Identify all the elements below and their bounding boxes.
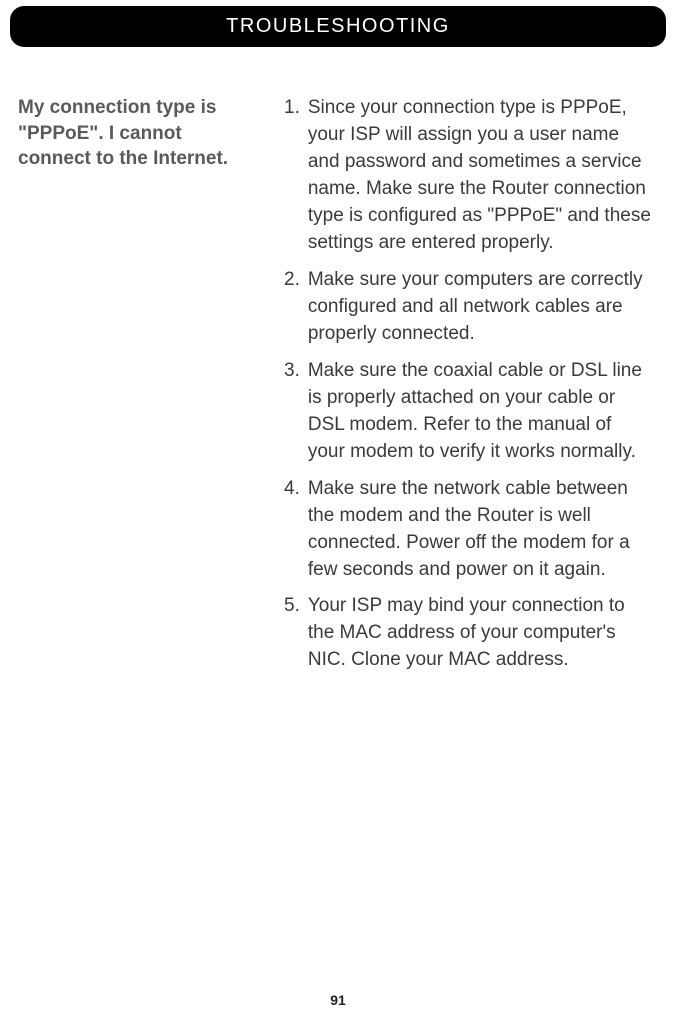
step-text: Your ISP may bind your connection to the… — [308, 593, 652, 674]
list-item: 3. Make sure the coaxial cable or DSL li… — [284, 358, 652, 466]
list-item: 1. Since your connection type is PPPoE, … — [284, 95, 652, 257]
list-item: 4. Make sure the network cable between t… — [284, 476, 652, 584]
step-number: 4. — [284, 476, 300, 584]
list-item: 2. Make sure your computers are correctl… — [284, 267, 652, 348]
header-title: TROUBLESHOOTING — [226, 15, 450, 37]
step-text: Make sure the coaxial cable or DSL line … — [308, 358, 652, 466]
problem-title: My connection type is "PPPoE". I cannot … — [18, 95, 256, 172]
step-number: 1. — [284, 95, 300, 257]
page-header: TROUBLESHOOTING — [10, 6, 666, 47]
step-text: Since your connection type is PPPoE, you… — [308, 95, 652, 257]
problem-column: My connection type is "PPPoE". I cannot … — [18, 95, 256, 684]
step-number: 2. — [284, 267, 300, 348]
step-text: Make sure your computers are correctly c… — [308, 267, 652, 348]
page-number: 91 — [0, 992, 676, 1008]
step-text: Make sure the network cable between the … — [308, 476, 652, 584]
step-number: 3. — [284, 358, 300, 466]
content-area: My connection type is "PPPoE". I cannot … — [0, 47, 676, 684]
list-item: 5. Your ISP may bind your connection to … — [284, 593, 652, 674]
solution-column: 1. Since your connection type is PPPoE, … — [284, 95, 658, 684]
step-number: 5. — [284, 593, 300, 674]
